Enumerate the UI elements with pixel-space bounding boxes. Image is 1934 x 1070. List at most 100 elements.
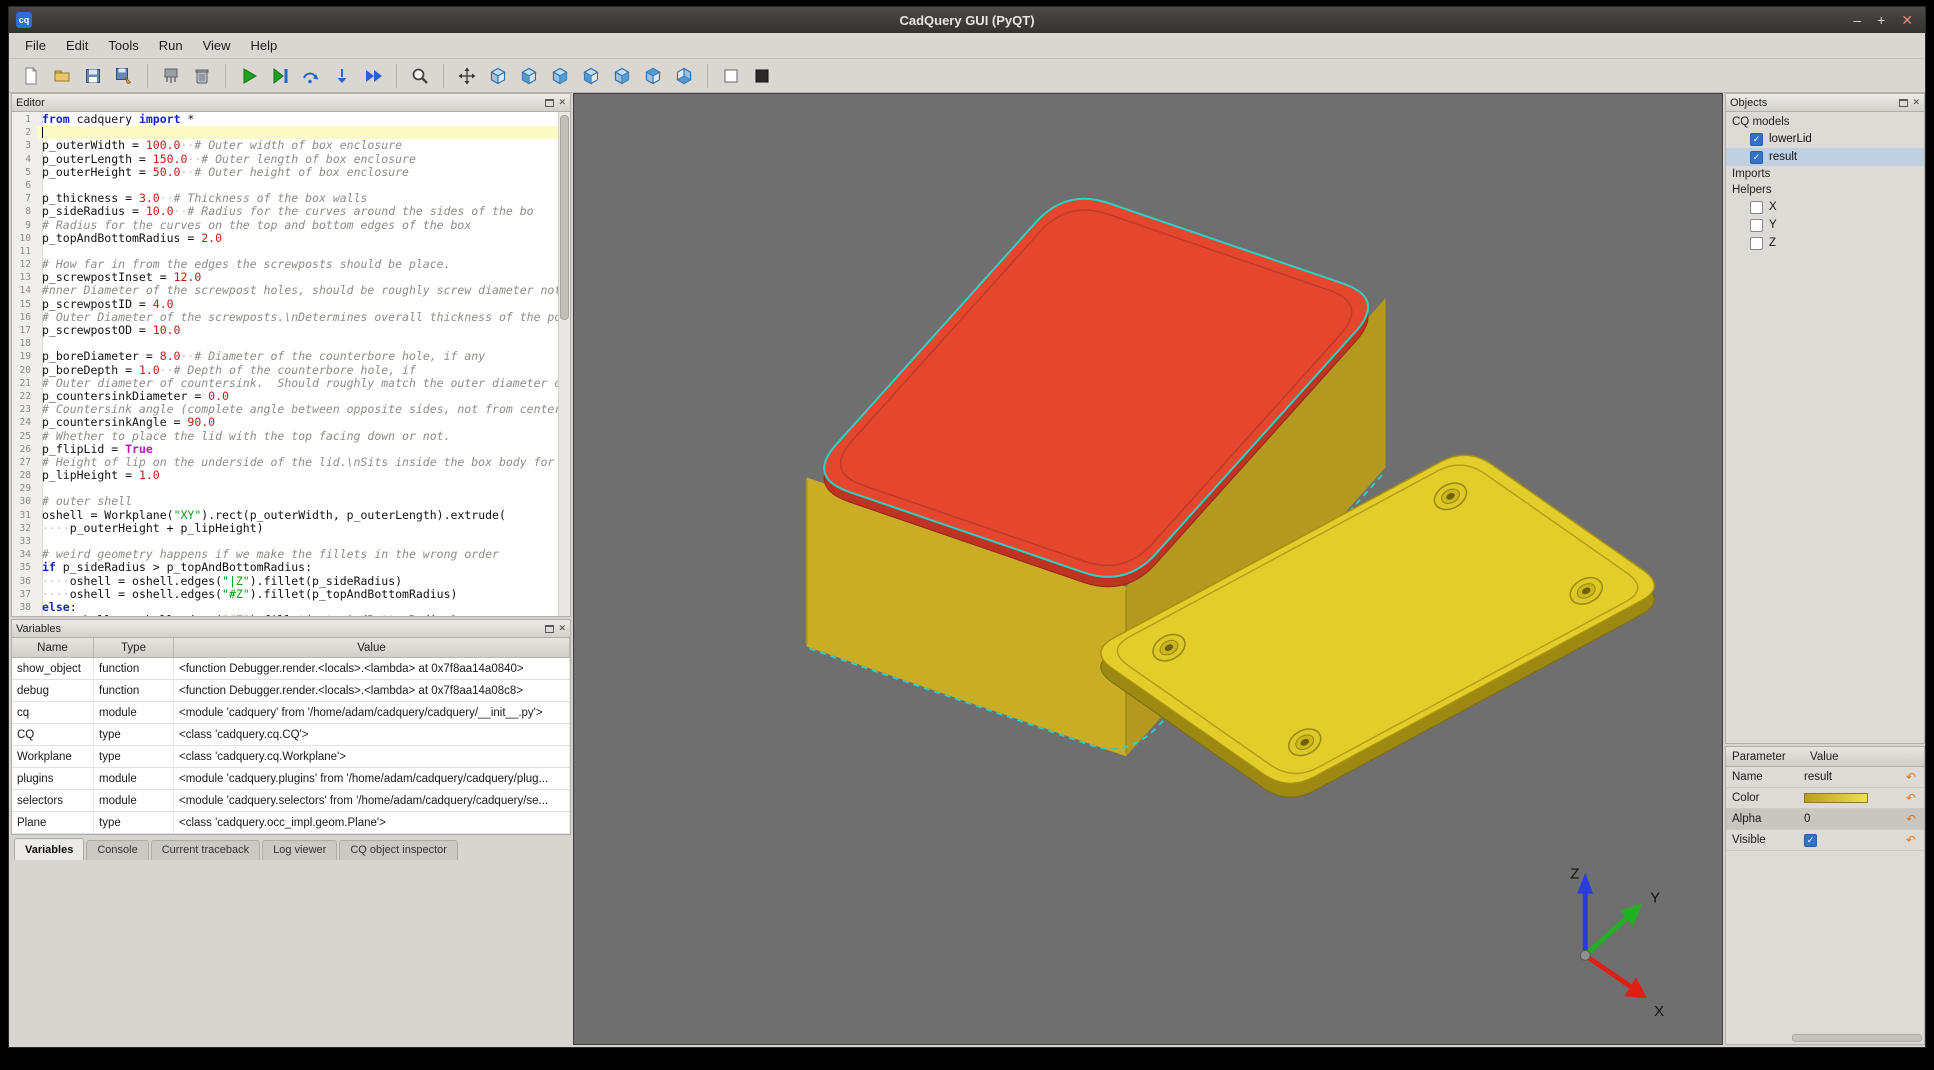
tab-variables[interactable]: Variables — [14, 838, 84, 860]
open-file-button[interactable] — [48, 62, 76, 90]
code-line-37[interactable]: 37····oshell = oshell.edges("#Z").fillet… — [12, 588, 558, 601]
close-panel-icon[interactable]: ✕ — [1912, 98, 1920, 107]
tree-item-result[interactable]: ✓result — [1726, 148, 1924, 166]
right-view-button[interactable] — [608, 62, 636, 90]
variable-row-selectors[interactable]: selectorsmodule<module 'cadquery.selecto… — [12, 790, 570, 812]
delete-button[interactable] — [188, 62, 216, 90]
variable-row-Workplane[interactable]: Workplanetype<class 'cadquery.cq.Workpla… — [12, 746, 570, 768]
tree-group-imports[interactable]: Imports — [1726, 166, 1924, 182]
property-row-visible[interactable]: Visible✓↶ — [1726, 830, 1924, 851]
code-line-5[interactable]: 5p_outerHeight = 50.0··# Outer height of… — [12, 166, 558, 179]
variable-row-plugins[interactable]: pluginsmodule<module 'cadquery.plugins' … — [12, 768, 570, 790]
properties-scrollbar[interactable] — [1792, 1034, 1922, 1042]
tree-item-y[interactable]: Y — [1726, 216, 1924, 234]
tab-console[interactable]: Console — [86, 840, 148, 860]
run-button[interactable] — [235, 62, 263, 90]
tree-group-helpers[interactable]: Helpers — [1726, 182, 1924, 198]
variable-row-show_object[interactable]: show_objectfunction<function Debugger.re… — [12, 658, 570, 680]
checkbox-z[interactable] — [1750, 237, 1763, 250]
variable-row-cq[interactable]: cqmodule<module 'cadquery' from '/home/a… — [12, 702, 570, 724]
variable-row-CQ[interactable]: CQtype<class 'cadquery.cq.CQ'> — [12, 724, 570, 746]
checkbox-lowerlid[interactable]: ✓ — [1750, 133, 1763, 146]
property-row-alpha[interactable]: Alpha0↶ — [1726, 809, 1924, 830]
reset-icon[interactable]: ↶ — [1906, 813, 1924, 825]
axes-triad: Z Y X — [1570, 866, 1664, 1020]
shaded-toggle-button[interactable] — [748, 62, 776, 90]
property-row-name[interactable]: Nameresult↶ — [1726, 767, 1924, 788]
top-view-button[interactable] — [639, 62, 667, 90]
reset-icon[interactable]: ↶ — [1906, 834, 1924, 846]
viewport-canvas[interactable]: Z Y X — [574, 94, 1722, 1044]
continue-button[interactable] — [359, 62, 387, 90]
checkbox-result[interactable]: ✓ — [1750, 151, 1763, 164]
close-panel-icon[interactable]: ✕ — [558, 624, 566, 633]
tree-item-z[interactable]: Z — [1726, 234, 1924, 252]
minimize-button[interactable]: – — [1853, 13, 1861, 27]
save-as-button[interactable] — [110, 62, 138, 90]
close-panel-icon[interactable]: ✕ — [558, 98, 566, 107]
left-view-button[interactable] — [577, 62, 605, 90]
new-file-button[interactable] — [17, 62, 45, 90]
color-swatch[interactable] — [1804, 793, 1868, 803]
tree-group-cq-models[interactable]: CQ models — [1726, 114, 1924, 130]
bottom-view-button[interactable] — [670, 62, 698, 90]
line-number: 23 — [12, 403, 37, 416]
app-icon: cq — [16, 12, 32, 28]
checkbox-x[interactable] — [1750, 201, 1763, 214]
clear-button[interactable] — [157, 62, 185, 90]
line-number: 8 — [12, 205, 37, 218]
objects-panel-header: Objects ✕ — [1726, 94, 1924, 112]
fit-view-button[interactable] — [453, 62, 481, 90]
tree-item-lowerlid[interactable]: ✓lowerLid — [1726, 130, 1924, 148]
checkbox-y[interactable] — [1750, 219, 1763, 232]
title-bar[interactable]: cq CadQuery GUI (PyQT) – + ✕ — [9, 7, 1925, 33]
viewport-3d[interactable]: Z Y X — [573, 93, 1723, 1045]
code-line-32[interactable]: 32····p_outerHeight + p_lipHeight) — [12, 522, 558, 535]
code-editor[interactable]: 1from cadquery import *23p_outerWidth = … — [12, 112, 570, 616]
variable-row-Plane[interactable]: Planetype<class 'cadquery.occ_impl.geom.… — [12, 812, 570, 834]
tree-item-x[interactable]: X — [1726, 198, 1924, 216]
maximize-button[interactable]: + — [1877, 13, 1885, 27]
float-panel-icon[interactable] — [545, 99, 554, 107]
tab-log-viewer[interactable]: Log viewer — [262, 840, 337, 860]
debug-button[interactable] — [266, 62, 294, 90]
code-line-28[interactable]: 28p_lipHeight = 1.0 — [12, 469, 558, 482]
menu-tools[interactable]: Tools — [98, 34, 148, 57]
menu-run[interactable]: Run — [149, 34, 193, 57]
code-line-17[interactable]: 17p_screwpostOD = 10.0 — [12, 324, 558, 337]
code-line-39[interactable]: 39····oshell = oshell.edges("#Z").fillet… — [12, 614, 558, 616]
reset-icon[interactable]: ↶ — [1906, 792, 1924, 804]
step-into-button[interactable] — [328, 62, 356, 90]
menu-file[interactable]: File — [15, 34, 56, 57]
property-row-color[interactable]: Color↶ — [1726, 788, 1924, 809]
column-header-name[interactable]: Name — [12, 638, 94, 657]
back-view-button[interactable] — [546, 62, 574, 90]
menu-help[interactable]: Help — [241, 34, 288, 57]
close-button[interactable]: ✕ — [1901, 13, 1913, 27]
float-panel-icon[interactable] — [1899, 99, 1908, 107]
variable-row-debug[interactable]: debugfunction<function Debugger.render.<… — [12, 680, 570, 702]
editor-scrollbar[interactable] — [558, 112, 570, 616]
menu-edit[interactable]: Edit — [56, 34, 98, 57]
front-view-button[interactable] — [515, 62, 543, 90]
iso-view-button[interactable] — [484, 62, 512, 90]
checkbox-visible[interactable]: ✓ — [1804, 834, 1817, 847]
reset-icon[interactable]: ↶ — [1906, 771, 1924, 783]
code-line-1[interactable]: 1from cadquery import * — [12, 113, 558, 126]
menu-view[interactable]: View — [193, 34, 241, 57]
bottom-tabs: VariablesConsoleCurrent tracebackLog vie… — [11, 835, 571, 860]
step-over-button[interactable] — [297, 62, 325, 90]
zoom-button[interactable] — [406, 62, 434, 90]
wireframe-toggle-button[interactable] — [717, 62, 745, 90]
float-panel-icon[interactable] — [545, 625, 554, 633]
code-line-10[interactable]: 10p_topAndBottomRadius = 2.0 — [12, 232, 558, 245]
tab-cq-object-inspector[interactable]: CQ object inspector — [339, 840, 458, 860]
table-cell: module — [94, 790, 174, 811]
column-header-type[interactable]: Type — [94, 638, 174, 657]
tab-current-traceback[interactable]: Current traceback — [151, 840, 260, 860]
table-cell: Plane — [12, 812, 94, 833]
save-file-button[interactable] — [79, 62, 107, 90]
editor-scrollbar-thumb[interactable] — [560, 115, 569, 320]
column-header-value[interactable]: Value — [174, 638, 570, 657]
screen: cq CadQuery GUI (PyQT) – + ✕ FileEditToo… — [0, 0, 1934, 1070]
